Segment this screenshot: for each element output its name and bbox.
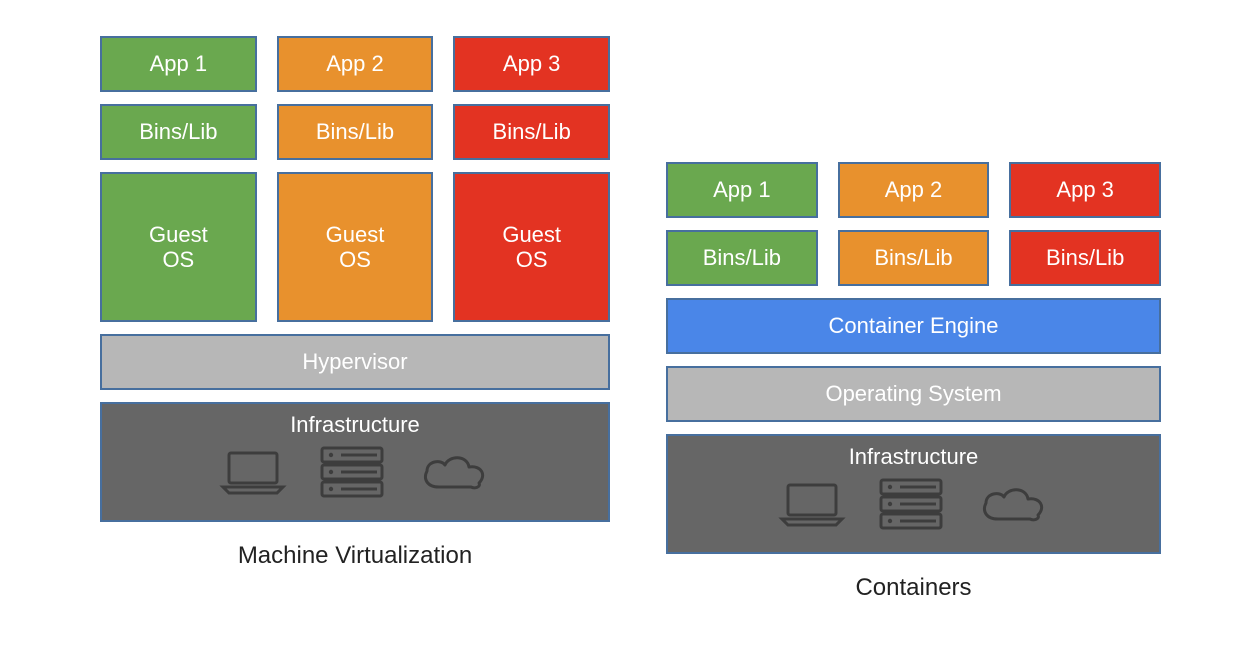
- ct-infrastructure: Infrastructure: [666, 434, 1161, 554]
- vm-infrastructure-label: Infrastructure: [290, 412, 420, 437]
- vm-guestos-2: GuestOS: [277, 172, 434, 322]
- ct-app-3: App 3: [1009, 162, 1161, 218]
- laptop-icon: [219, 449, 287, 495]
- vm-infra-icons: [219, 445, 491, 499]
- ct-infra-row: Infrastructure: [666, 434, 1161, 554]
- vm-infra-row: Infrastructure: [100, 402, 610, 522]
- ct-infrastructure-label: Infrastructure: [849, 444, 979, 469]
- server-icon: [319, 445, 385, 499]
- vm-app-2: App 2: [277, 36, 434, 92]
- ct-app-2: App 2: [838, 162, 990, 218]
- ct-container-engine: Container Engine: [666, 298, 1161, 354]
- ct-binslib-row: Bins/Lib Bins/Lib Bins/Lib: [666, 230, 1161, 286]
- ct-infra-icons: [778, 477, 1050, 531]
- vm-binslib-1: Bins/Lib: [100, 104, 257, 160]
- ct-caption: Containers: [666, 574, 1161, 602]
- vm-caption: Machine Virtualization: [100, 542, 610, 570]
- ct-binslib-3: Bins/Lib: [1009, 230, 1161, 286]
- ct-apps-row: App 1 App 2 App 3: [666, 162, 1161, 218]
- vm-binslib-3: Bins/Lib: [453, 104, 610, 160]
- vm-binslib-2: Bins/Lib: [277, 104, 434, 160]
- cloud-icon: [976, 481, 1050, 527]
- vm-guestos-row: GuestOS GuestOS GuestOS: [100, 172, 610, 322]
- ct-operating-system: Operating System: [666, 366, 1161, 422]
- server-icon: [878, 477, 944, 531]
- vm-hypervisor: Hypervisor: [100, 334, 610, 390]
- vm-hypervisor-row: Hypervisor: [100, 334, 610, 390]
- vm-apps-row: App 1 App 2 App 3: [100, 36, 610, 92]
- vm-app-1: App 1: [100, 36, 257, 92]
- ct-binslib-2: Bins/Lib: [838, 230, 990, 286]
- vm-diagram: App 1 App 2 App 3 Bins/Lib Bins/Lib Bins…: [100, 36, 610, 570]
- ct-binslib-1: Bins/Lib: [666, 230, 818, 286]
- vm-app-3: App 3: [453, 36, 610, 92]
- vm-guestos-3: GuestOS: [453, 172, 610, 322]
- laptop-icon: [778, 481, 846, 527]
- ct-os-row: Operating System: [666, 366, 1161, 422]
- vm-infrastructure: Infrastructure: [100, 402, 610, 522]
- ct-engine-row: Container Engine: [666, 298, 1161, 354]
- ct-app-1: App 1: [666, 162, 818, 218]
- containers-diagram: App 1 App 2 App 3 Bins/Lib Bins/Lib Bins…: [666, 162, 1161, 602]
- vm-guestos-1: GuestOS: [100, 172, 257, 322]
- cloud-icon: [417, 449, 491, 495]
- vm-binslib-row: Bins/Lib Bins/Lib Bins/Lib: [100, 104, 610, 160]
